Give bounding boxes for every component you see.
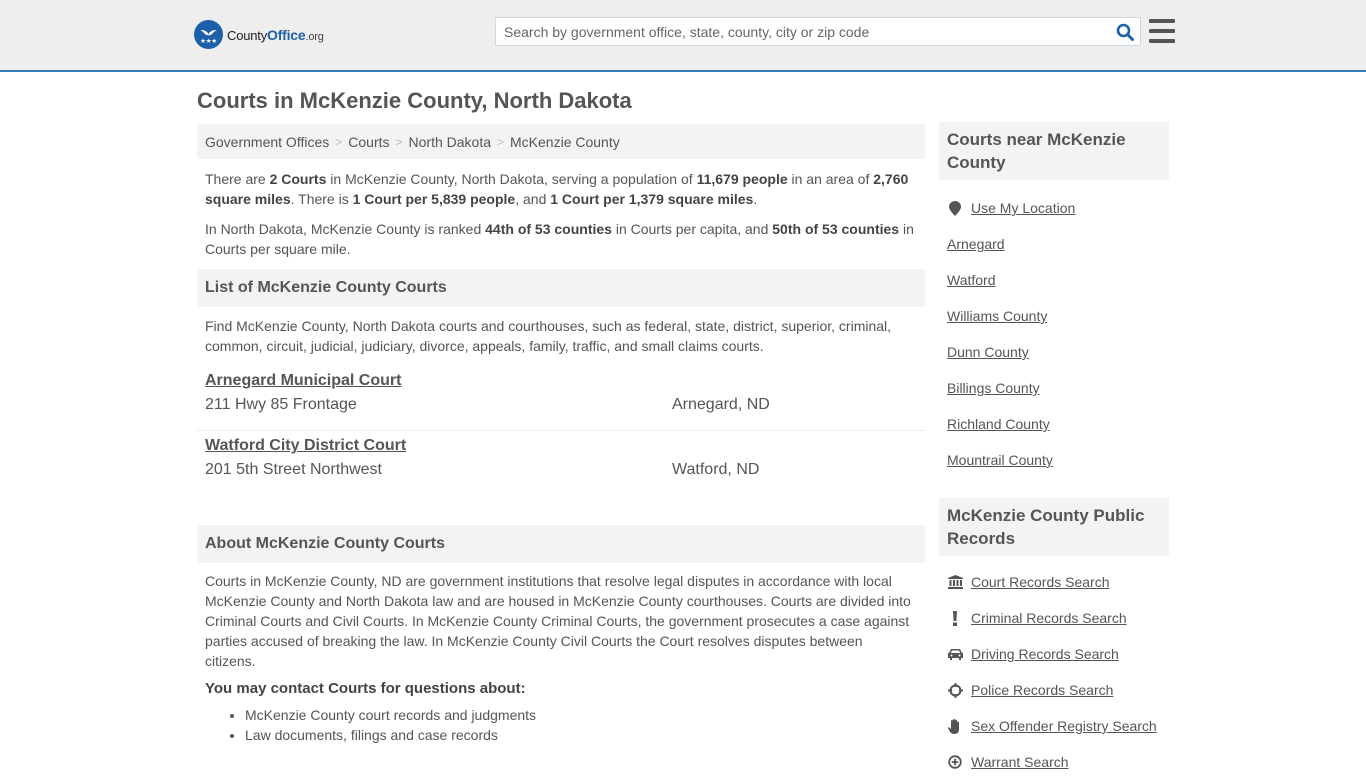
records-item: Warrant Search: [947, 744, 1161, 780]
nearby-item: Dunn County: [947, 334, 1161, 370]
breadcrumb-separator: >: [335, 134, 343, 149]
map-marker-icon: [947, 200, 963, 216]
records-item: Criminal Records Search: [947, 600, 1161, 636]
hamburger-menu-icon-bar: [1149, 29, 1175, 33]
about-courts-heading: About McKenzie County Courts: [197, 525, 925, 563]
contact-questions-heading: You may contact Courts for questions abo…: [205, 680, 526, 697]
breadcrumb-government-offices[interactable]: Government Offices: [205, 134, 329, 150]
courthouse-icon: [947, 574, 963, 590]
nearby-item: Arnegard: [947, 226, 1161, 262]
search-box: [495, 17, 1141, 46]
courts-list-heading: List of McKenzie County Courts: [197, 269, 925, 307]
site-header: ★★★ CountyOffice.org: [0, 0, 1366, 72]
contact-questions-list: McKenzie County court records and judgme…: [197, 697, 925, 745]
police-records-search-link[interactable]: Police Records Search: [971, 682, 1113, 698]
use-my-location-link[interactable]: Use My Location: [971, 200, 1075, 216]
nearby-item: Mountrail County: [947, 442, 1161, 478]
exclamation-icon: [947, 610, 963, 626]
nearby-link-billings-county[interactable]: Billings County: [947, 380, 1040, 396]
courts-near-list: Use My Location Arnegard Watford William…: [939, 180, 1169, 478]
criminal-records-search-link[interactable]: Criminal Records Search: [971, 610, 1127, 626]
nearby-link-williams-county[interactable]: Williams County: [947, 308, 1047, 324]
driving-records-search-link[interactable]: Driving Records Search: [971, 646, 1119, 662]
use-my-location-item: Use My Location: [947, 190, 1161, 226]
nearby-item: Richland County: [947, 406, 1161, 442]
public-records-list: Court Records Search Criminal Records Se…: [939, 556, 1169, 780]
public-records-heading: McKenzie County Public Records: [939, 498, 1169, 556]
nearby-link-arnegard[interactable]: Arnegard: [947, 236, 1005, 252]
court-name-link[interactable]: Watford City District Court: [205, 437, 406, 455]
court-name-link[interactable]: Arnegard Municipal Court: [205, 372, 401, 390]
records-item: Court Records Search: [947, 564, 1161, 600]
intro-rank-paragraph: In North Dakota, McKenzie County is rank…: [205, 221, 914, 257]
records-item: Sex Offender Registry Search: [947, 708, 1161, 744]
svg-text:★★★: ★★★: [200, 38, 217, 45]
main-content: Government Offices > Courts > North Dako…: [197, 124, 925, 745]
court-list-item: Watford City District Court 201 5th Stre…: [197, 431, 925, 496]
nearby-link-richland-county[interactable]: Richland County: [947, 416, 1050, 432]
hand-icon: [947, 718, 963, 734]
eagle-stars-logo-icon: ★★★: [194, 20, 223, 49]
court-address: 201 5th Street Northwest: [205, 461, 382, 478]
crosshair-icon: [947, 682, 963, 698]
nearby-item: Watford: [947, 262, 1161, 298]
records-item: Police Records Search: [947, 672, 1161, 708]
nearby-link-watford[interactable]: Watford: [947, 272, 996, 288]
hamburger-menu-icon-bar: [1149, 39, 1175, 43]
sex-offender-registry-search-link[interactable]: Sex Offender Registry Search: [971, 718, 1157, 734]
contact-question-item: McKenzie County court records and judgme…: [245, 705, 925, 725]
breadcrumb-north-dakota[interactable]: North Dakota: [409, 134, 491, 150]
breadcrumb: Government Offices > Courts > North Dako…: [197, 124, 925, 159]
contact-question-item: Law documents, filings and case records: [245, 725, 925, 745]
car-icon: [947, 646, 963, 662]
sidebar: Courts near McKenzie County Use My Locat…: [939, 122, 1169, 780]
records-item: Driving Records Search: [947, 636, 1161, 672]
courts-list-description: Find McKenzie County, North Dakota court…: [205, 318, 892, 354]
logo-text: CountyOffice.org: [227, 26, 324, 43]
search-icon: [1116, 23, 1134, 41]
breadcrumb-mckenzie-county[interactable]: McKenzie County: [510, 134, 620, 150]
court-list-item: Arnegard Municipal Court 211 Hwy 85 Fron…: [197, 366, 925, 431]
intro-text: There are 2 Courts in McKenzie County, N…: [197, 159, 925, 259]
hamburger-menu-icon-bar: [1149, 19, 1175, 23]
about-courts-body: Courts in McKenzie County, ND are govern…: [205, 573, 911, 669]
search-input[interactable]: [496, 18, 1110, 45]
breadcrumb-separator: >: [497, 134, 505, 149]
breadcrumb-separator: >: [395, 134, 403, 149]
nearby-link-mountrail-county[interactable]: Mountrail County: [947, 452, 1053, 468]
nearby-item: Williams County: [947, 298, 1161, 334]
courts-near-heading: Courts near McKenzie County: [939, 122, 1169, 180]
courts-list: Arnegard Municipal Court 211 Hwy 85 Fron…: [197, 366, 925, 496]
breadcrumb-courts[interactable]: Courts: [348, 134, 389, 150]
intro-stats-paragraph: There are 2 Courts in McKenzie County, N…: [205, 171, 909, 207]
court-city: Watford, ND: [672, 461, 760, 478]
nearby-link-dunn-county[interactable]: Dunn County: [947, 344, 1029, 360]
nearby-item: Billings County: [947, 370, 1161, 406]
page-title: Courts in McKenzie County, North Dakota: [197, 88, 632, 113]
search-button[interactable]: [1110, 18, 1140, 45]
court-address: 211 Hwy 85 Frontage: [205, 396, 357, 413]
hamburger-menu-button[interactable]: [1149, 19, 1175, 43]
site-logo[interactable]: ★★★ CountyOffice.org: [194, 20, 324, 49]
court-city: Arnegard, ND: [672, 396, 770, 413]
court-records-search-link[interactable]: Court Records Search: [971, 574, 1110, 590]
